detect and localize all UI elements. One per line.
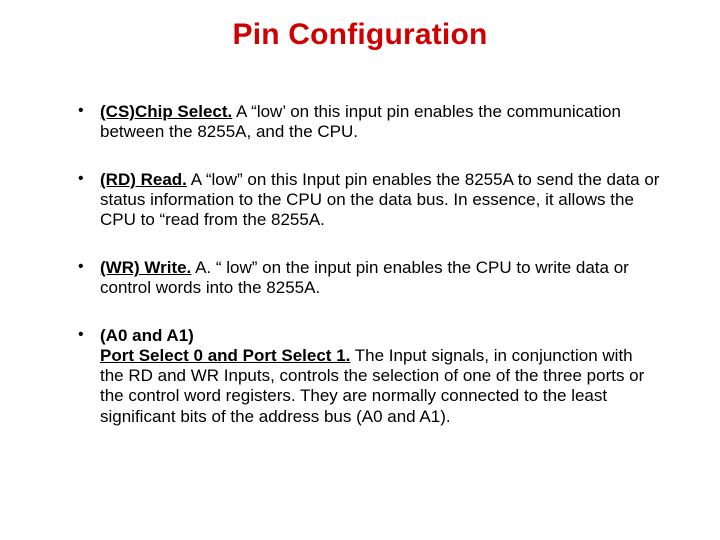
page-title: Pin Configuration [60,18,660,52]
item-lead: (A0 and A1) [100,326,194,345]
item-lead: (WR) Write. [100,258,191,277]
list-item: (A0 and A1) Port Select 0 and Port Selec… [100,326,660,426]
item-lead: (CS)Chip Select. [100,102,232,121]
bullet-list: (CS)Chip Select. A “low’ on this input p… [60,102,660,427]
list-item: (RD) Read. A “low” on this Input pin ena… [100,170,660,230]
item-subline: Port Select 0 and Port Select 1. The Inp… [100,346,660,426]
list-item: (CS)Chip Select. A “low’ on this input p… [100,102,660,142]
list-item: (WR) Write. A. “ low” on the input pin e… [100,258,660,298]
item-sub-lead: Port Select 0 and Port Select 1. [100,346,350,365]
item-lead: (RD) Read. [100,170,187,189]
slide: Pin Configuration (CS)Chip Select. A “lo… [0,0,720,540]
